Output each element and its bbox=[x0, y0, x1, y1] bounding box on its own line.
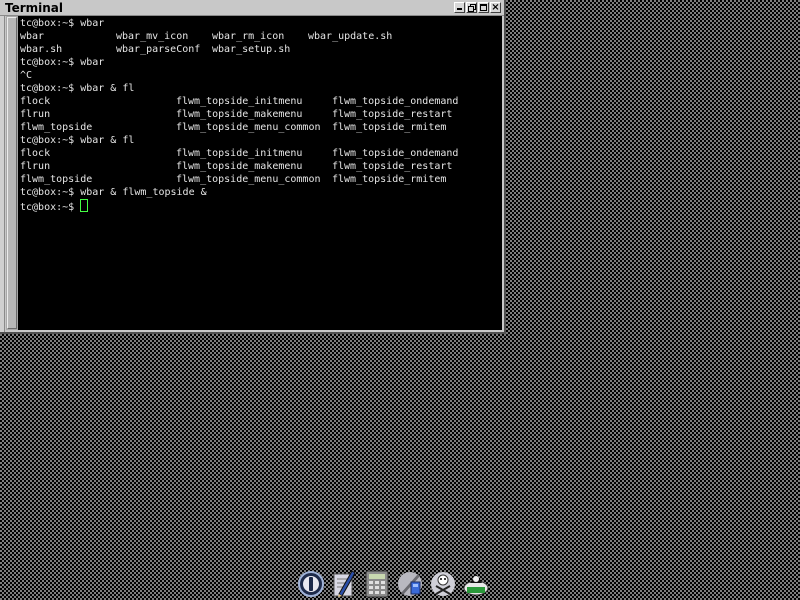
completion-item: flwm_topside_makemenu bbox=[176, 161, 303, 172]
completion-item: flwm_topside_ondemand bbox=[332, 148, 459, 159]
mount-tool-icon bbox=[463, 574, 489, 596]
prompt-line[interactable]: tc@box:~$ bbox=[20, 199, 89, 214]
completion-item: flwm_topside_menu_common bbox=[176, 174, 321, 185]
completion-item: flwm_topside_restart bbox=[332, 161, 453, 172]
text-cursor bbox=[80, 199, 89, 212]
completion-item: flwm_topside_menu_common bbox=[176, 122, 321, 133]
wbar-dock bbox=[297, 558, 513, 598]
dock-item-calculator[interactable] bbox=[363, 566, 391, 598]
completion-item: flock bbox=[20, 96, 51, 107]
completion-item: flwm_topside_restart bbox=[332, 109, 453, 120]
terminal-text: tc@box:~$ wbar bbox=[20, 57, 105, 68]
calculator-icon bbox=[365, 570, 389, 598]
window-controls: × bbox=[454, 2, 501, 13]
terminal-text: ^C bbox=[20, 70, 33, 81]
terminal-output[interactable]: tc@box:~$ wbar wbar wbar_mv_icon wbar_rm_ic… bbox=[18, 16, 502, 330]
dock-item-mount-tool[interactable] bbox=[462, 566, 490, 598]
completion-item: flrun bbox=[20, 161, 51, 172]
title-bar[interactable]: Terminal × bbox=[0, 0, 504, 16]
terminal-window[interactable]: Terminal × tc@box:~$ wbar wbar wbar_mv_ico… bbox=[0, 0, 506, 334]
terminal-text: tc@box:~$ wbar & flwm_topside & bbox=[20, 187, 207, 198]
prompt-text: tc@box:~$ bbox=[20, 202, 81, 213]
completion-item: flwm_topside_makemenu bbox=[176, 109, 303, 120]
completion-item: wbar_setup.sh bbox=[212, 44, 291, 55]
window-title: Terminal bbox=[5, 1, 64, 15]
completion-item: flwm_topside_initmenu bbox=[176, 148, 303, 159]
apps-icon bbox=[431, 572, 455, 596]
completion-item: flwm_topside bbox=[20, 174, 93, 185]
restore-button[interactable] bbox=[466, 2, 477, 13]
minimize-button[interactable] bbox=[454, 2, 465, 13]
completion-item: wbar_mv_icon bbox=[116, 31, 189, 42]
completion-item: wbar bbox=[20, 31, 45, 42]
terminal-text: tc@box:~$ wbar bbox=[20, 18, 105, 29]
completion-item: flwm_topside bbox=[20, 122, 93, 133]
editor-icon bbox=[333, 570, 356, 597]
terminal-text: tc@box:~$ wbar & fl bbox=[20, 135, 135, 146]
dock-item-editor[interactable] bbox=[330, 566, 358, 598]
maximize-button[interactable] bbox=[478, 2, 489, 13]
completion-item: wbar.sh bbox=[20, 44, 63, 55]
completion-item: wbar_rm_icon bbox=[212, 31, 285, 42]
dock-item-apps[interactable] bbox=[429, 566, 457, 598]
scrollbar[interactable] bbox=[6, 16, 18, 330]
completion-item: flwm_topside_ondemand bbox=[332, 96, 459, 107]
completion-item: flock bbox=[20, 148, 51, 159]
completion-item: flwm_topside_rmitem bbox=[332, 122, 447, 133]
close-button[interactable]: × bbox=[490, 2, 501, 13]
completion-item: wbar_update.sh bbox=[308, 31, 393, 42]
terminal-text: tc@box:~$ wbar & fl bbox=[20, 83, 135, 94]
window-border bbox=[0, 16, 5, 332]
scrollbar-thumb[interactable] bbox=[7, 17, 17, 329]
power-icon bbox=[298, 571, 324, 597]
completion-item: flwm_topside_rmitem bbox=[332, 174, 447, 185]
completion-item: wbar_parseConf bbox=[116, 44, 201, 55]
control-panel-icon bbox=[398, 572, 422, 596]
completion-item: flrun bbox=[20, 109, 51, 120]
dock-item-power[interactable] bbox=[297, 566, 325, 598]
completion-item: flwm_topside_initmenu bbox=[176, 96, 303, 107]
dock-item-control-panel[interactable] bbox=[396, 566, 424, 598]
